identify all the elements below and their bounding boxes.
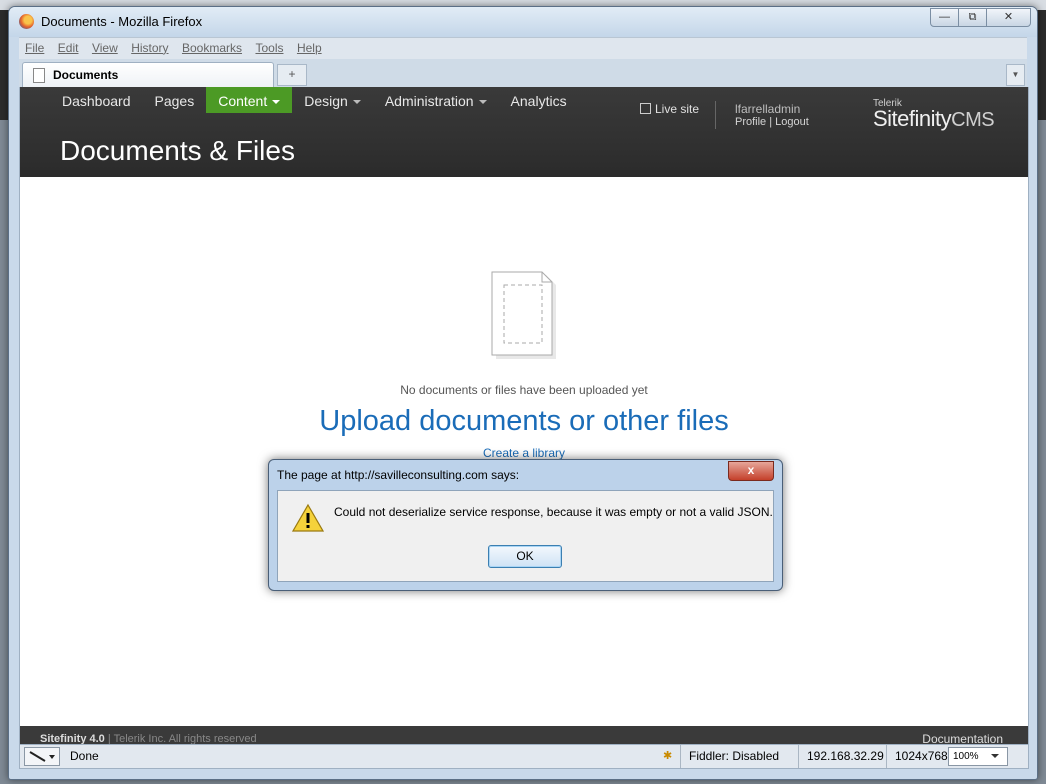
dialog-message: Could not deserialize service response, … xyxy=(334,505,773,519)
menu-tools[interactable]: Tools xyxy=(255,38,283,58)
menu-bookmarks[interactable]: Bookmarks xyxy=(182,38,242,58)
page-icon xyxy=(33,68,45,83)
status-text: Done xyxy=(70,749,99,763)
sitefinity-header: Dashboard Pages Content Design Administr… xyxy=(20,87,1028,177)
warning-icon xyxy=(292,503,324,532)
ip-address: 192.168.32.29 xyxy=(798,745,892,768)
nav-dashboard[interactable]: Dashboard xyxy=(50,87,143,113)
window-title: Documents - Mozilla Firefox xyxy=(41,14,203,29)
tab-label: Documents xyxy=(53,68,119,82)
page-content: Dashboard Pages Content Design Administr… xyxy=(19,87,1029,750)
minimize-button[interactable]: — xyxy=(930,8,959,27)
close-window-button[interactable]: ✕ xyxy=(986,8,1031,27)
tab-documents[interactable]: Documents xyxy=(22,62,274,88)
fiddler-status[interactable]: Fiddler: Disabled xyxy=(680,745,787,768)
profile-link[interactable]: Profile xyxy=(735,116,766,128)
user-links: Profile | Logout xyxy=(735,116,809,128)
firefox-window: Documents - Mozilla Firefox — ⧉ ✕ File E… xyxy=(8,6,1038,780)
pointer-icon xyxy=(29,751,55,762)
upload-documents-link[interactable]: Upload documents or other files xyxy=(20,405,1028,438)
restore-button[interactable]: ⧉ xyxy=(958,8,987,27)
firefox-logo-icon xyxy=(19,14,34,29)
nav-analytics[interactable]: Analytics xyxy=(499,87,579,113)
menu-bar: File Edit View History Bookmarks Tools H… xyxy=(19,37,1027,60)
chevron-down-icon xyxy=(272,100,281,105)
alert-dialog: The page at http://savilleconsulting.com… xyxy=(268,459,783,591)
page-title: Documents & Files xyxy=(60,135,295,166)
menu-file[interactable]: File xyxy=(25,38,44,58)
nav-administration[interactable]: Administration xyxy=(373,87,499,113)
chevron-down-icon xyxy=(352,100,361,105)
chevron-down-icon xyxy=(478,100,487,105)
menu-edit[interactable]: Edit xyxy=(58,38,79,58)
list-all-tabs-button[interactable]: ▼ xyxy=(1006,64,1025,86)
header-divider xyxy=(715,101,716,129)
empty-document-icon xyxy=(491,271,556,359)
nav-design[interactable]: Design xyxy=(292,87,373,113)
dialog-close-button[interactable]: x xyxy=(728,461,774,481)
external-link-icon xyxy=(640,103,651,114)
new-tab-button[interactable]: + xyxy=(277,64,307,86)
menu-history[interactable]: History xyxy=(131,38,168,58)
logout-link[interactable]: Logout xyxy=(775,116,809,128)
zoom-select[interactable]: 100% xyxy=(948,747,1008,766)
ok-button[interactable]: OK xyxy=(488,545,562,568)
menu-view[interactable]: View xyxy=(92,38,118,58)
window-controls: — ⧉ ✕ xyxy=(930,8,1031,27)
firebug-dropdown-button[interactable] xyxy=(24,747,60,766)
dialog-title: The page at http://savilleconsulting.com… xyxy=(277,468,520,482)
menu-help[interactable]: Help xyxy=(297,38,322,58)
main-nav: Dashboard Pages Content Design Administr… xyxy=(50,87,579,113)
chevron-down-icon xyxy=(990,754,999,759)
status-bar: Done ✱ Fiddler: Disabled 192.168.32.29 1… xyxy=(19,744,1029,769)
brand-logo: SitefinityCMS xyxy=(873,106,995,131)
screen-resolution: 1024x768 xyxy=(886,745,956,768)
tab-bar: Documents + ▼ xyxy=(19,59,1027,88)
fiddler-icon: ✱ xyxy=(663,750,673,762)
username: lfarrelladmin xyxy=(735,102,801,116)
create-library-link[interactable]: Create a library xyxy=(20,446,1028,460)
nav-pages[interactable]: Pages xyxy=(143,87,207,113)
empty-message: No documents or files have been uploaded… xyxy=(400,383,648,397)
nav-content[interactable]: Content xyxy=(206,87,293,113)
live-site-link[interactable]: Live site xyxy=(640,102,699,116)
window-titlebar[interactable]: Documents - Mozilla Firefox — ⧉ ✕ xyxy=(9,7,1037,37)
dialog-body: Could not deserialize service response, … xyxy=(277,490,774,582)
